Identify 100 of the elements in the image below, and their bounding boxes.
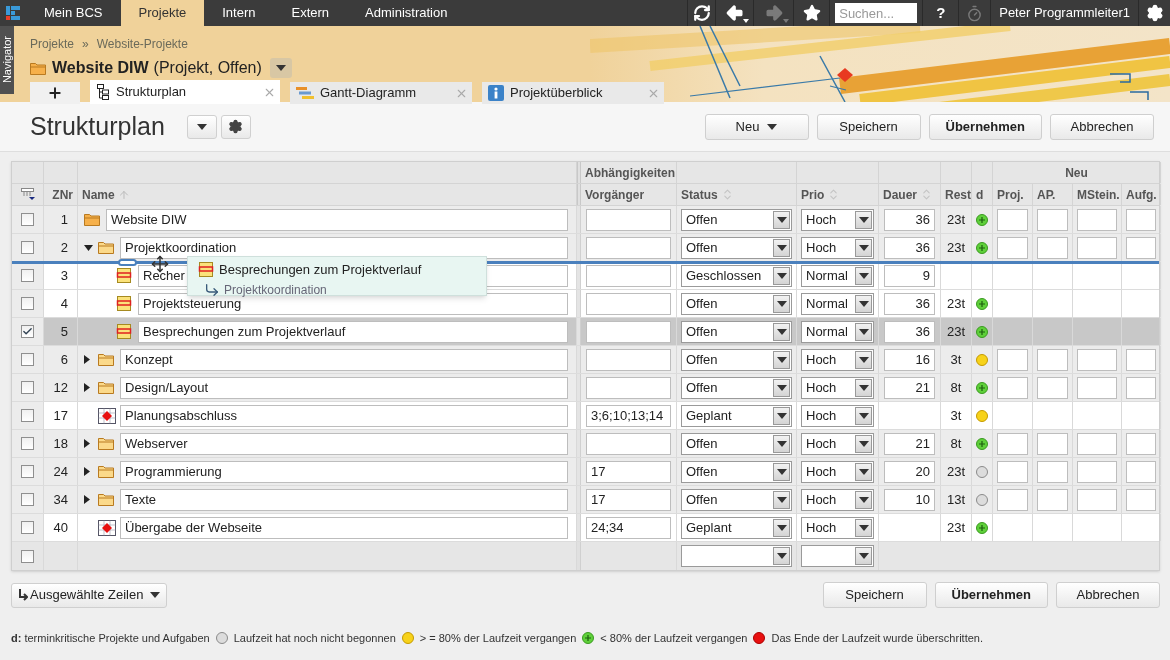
row-checkbox[interactable]: [21, 381, 34, 394]
predecessor-field[interactable]: [586, 376, 671, 399]
status-select[interactable]: [681, 545, 792, 567]
new-count-field[interactable]: [1037, 376, 1068, 399]
navigator-tab[interactable]: Navigator: [0, 26, 14, 94]
action-button[interactable]: Speichern: [816, 113, 921, 140]
row-checkbox[interactable]: [21, 437, 34, 450]
predecessor-field[interactable]: [586, 432, 671, 455]
nav-menu-item[interactable]: Intern: [204, 0, 274, 26]
duration-field[interactable]: 9: [884, 264, 935, 287]
status-select[interactable]: Offen: [681, 348, 792, 371]
settings-icon[interactable]: [1145, 4, 1164, 22]
status-select[interactable]: Offen: [681, 376, 792, 399]
settings-button[interactable]: [220, 114, 251, 139]
predecessor-field[interactable]: 17: [586, 460, 671, 483]
row-checkbox[interactable]: [21, 493, 34, 506]
priority-select[interactable]: Normal: [801, 264, 874, 287]
view-menu-button[interactable]: [186, 114, 217, 139]
search-field[interactable]: Suchen...: [835, 3, 918, 23]
new-count-field[interactable]: [997, 432, 1028, 455]
new-count-field[interactable]: [1077, 376, 1117, 399]
name-field[interactable]: Website DIW: [106, 208, 568, 231]
status-select[interactable]: Offen: [681, 208, 792, 231]
new-count-field[interactable]: [1126, 376, 1156, 399]
new-count-field[interactable]: [997, 376, 1028, 399]
status-select[interactable]: Geplant: [681, 516, 792, 539]
predecessor-field[interactable]: [586, 292, 671, 315]
priority-select[interactable]: Hoch: [801, 348, 874, 371]
priority-select[interactable]: Hoch: [801, 208, 874, 231]
new-menu-button[interactable]: Neu: [704, 113, 809, 140]
row-checkbox[interactable]: [21, 297, 34, 310]
duration-field[interactable]: 21: [884, 432, 935, 455]
predecessor-field[interactable]: [586, 320, 671, 343]
duration-field[interactable]: 36: [884, 208, 935, 231]
collapsed-triangle-icon[interactable]: [84, 439, 90, 448]
add-tab-button[interactable]: [30, 82, 80, 104]
back-icon[interactable]: [724, 3, 745, 23]
action-button[interactable]: Abbrechen: [1056, 582, 1160, 608]
sort-icon[interactable]: [920, 188, 933, 201]
action-button[interactable]: Übernehmen: [934, 582, 1048, 608]
new-count-field[interactable]: [1077, 348, 1117, 371]
row-checkbox[interactable]: [21, 213, 34, 226]
priority-select[interactable]: Hoch: [801, 516, 874, 539]
priority-select[interactable]: Hoch: [801, 460, 874, 483]
predecessor-field[interactable]: 24;34: [586, 516, 671, 539]
name-field[interactable]: Planungsabschluss: [120, 404, 568, 427]
row-checkbox[interactable]: [21, 325, 34, 338]
nav-menu-item[interactable]: Mein BCS: [26, 0, 121, 26]
row-checkbox[interactable]: [21, 241, 34, 254]
new-count-field[interactable]: [1126, 488, 1156, 511]
row-checkbox[interactable]: [21, 465, 34, 478]
status-select[interactable]: Offen: [681, 236, 792, 259]
duration-field[interactable]: 20: [884, 460, 935, 483]
refresh-icon[interactable]: [692, 4, 711, 22]
predecessor-field[interactable]: 3;6;10;13;14: [586, 404, 671, 427]
action-button[interactable]: Abbrechen: [1050, 113, 1154, 140]
name-field[interactable]: Programmierung: [120, 460, 568, 483]
status-select[interactable]: Geplant: [681, 404, 792, 427]
predecessor-field[interactable]: [586, 208, 671, 231]
sort-ascending-icon[interactable]: [117, 188, 130, 201]
name-field[interactable]: Konzept: [120, 348, 568, 371]
new-count-field[interactable]: [1126, 432, 1156, 455]
collapsed-triangle-icon[interactable]: [84, 495, 90, 504]
user-name[interactable]: Peter Programmleiter1: [999, 3, 1130, 23]
column-header[interactable]: Status: [681, 185, 718, 204]
name-field[interactable]: Webserver: [120, 432, 568, 455]
duration-field[interactable]: 16: [884, 348, 935, 371]
name-field[interactable]: Besprechungen zum Projektverlauf: [138, 320, 568, 343]
name-field[interactable]: Projektkoordination: [120, 236, 568, 259]
new-count-field[interactable]: [1126, 348, 1156, 371]
new-count-field[interactable]: [1077, 488, 1117, 511]
row-checkbox[interactable]: [21, 409, 34, 422]
status-select[interactable]: Offen: [681, 460, 792, 483]
new-count-field[interactable]: [1037, 236, 1068, 259]
nav-menu-item[interactable]: Extern: [273, 0, 348, 26]
new-count-field[interactable]: [997, 236, 1028, 259]
new-count-field[interactable]: [1126, 236, 1156, 259]
priority-select[interactable]: Hoch: [801, 404, 874, 427]
priority-select[interactable]: Hoch: [801, 432, 874, 455]
column-chooser-icon[interactable]: [20, 188, 35, 201]
new-count-field[interactable]: [1037, 432, 1068, 455]
new-count-field[interactable]: [1037, 488, 1068, 511]
breadcrumb-link[interactable]: Projekte: [30, 35, 75, 53]
tab[interactable]: Gantt-Diagramm: [290, 82, 472, 104]
status-select[interactable]: Offen: [681, 488, 792, 511]
priority-select[interactable]: Normal: [801, 320, 874, 343]
name-field[interactable]: Übergabe der Webseite: [120, 516, 568, 539]
new-count-field[interactable]: [1077, 460, 1117, 483]
priority-select[interactable]: Hoch: [801, 376, 874, 399]
new-count-field[interactable]: [1077, 432, 1117, 455]
collapsed-triangle-icon[interactable]: [84, 383, 90, 392]
new-count-field[interactable]: [1126, 208, 1156, 231]
expanded-triangle-icon[interactable]: [84, 244, 93, 251]
column-header[interactable]: Name: [82, 185, 115, 204]
column-header[interactable]: Prio: [801, 185, 825, 204]
duration-field[interactable]: 36: [884, 236, 935, 259]
predecessor-field[interactable]: [586, 264, 671, 287]
nav-menu-item[interactable]: Administration: [347, 0, 466, 26]
app-logo-icon[interactable]: [6, 6, 20, 20]
row-checkbox[interactable]: [21, 521, 34, 534]
